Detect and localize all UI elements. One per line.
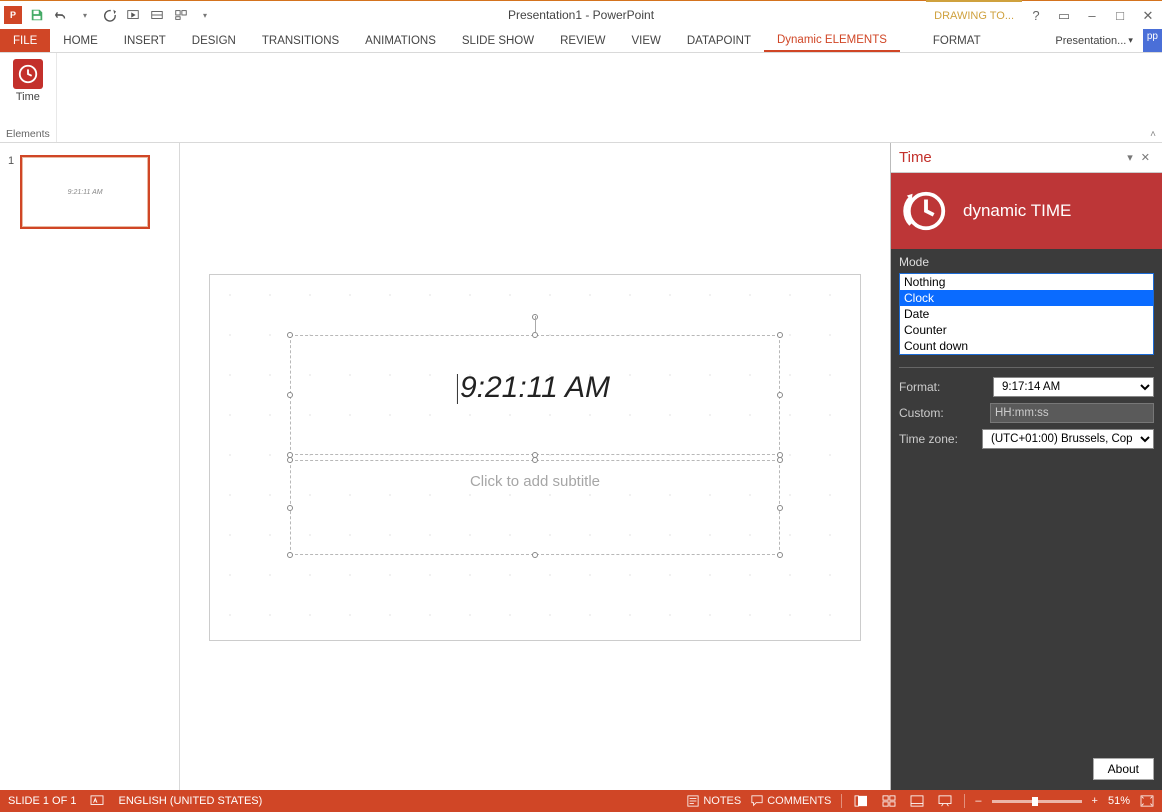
- task-pane-banner: dynamic TIME: [891, 173, 1162, 249]
- normal-view-button[interactable]: [852, 794, 870, 808]
- tab-datapoint[interactable]: DATAPOINT: [674, 29, 764, 52]
- notes-icon: [687, 795, 699, 807]
- slide-thumbnail-text: 9:21:11 AM: [68, 189, 103, 196]
- zoom-value[interactable]: 51%: [1108, 795, 1130, 807]
- window-title: Presentation1 - PowerPoint: [508, 8, 654, 22]
- time-task-pane: Time ▾ ✕ dynamic TIME Mode NothingClockD…: [890, 143, 1162, 790]
- account-badge[interactable]: pp: [1143, 29, 1162, 52]
- presentation-menu[interactable]: Presentation... ▾: [1049, 29, 1138, 52]
- mode-option-counter[interactable]: Counter: [900, 322, 1153, 338]
- slideshow-view-button[interactable]: [936, 794, 954, 808]
- task-pane-close-button[interactable]: ✕: [1137, 151, 1154, 164]
- dynamic-time-icon: [903, 188, 949, 234]
- tab-slide-show[interactable]: SLIDE SHOW: [449, 29, 547, 52]
- slide-thumbnail-panel: 1 9:21:11 AM: [0, 143, 180, 790]
- ribbon-group-label: Elements: [6, 128, 50, 140]
- comments-button[interactable]: COMMENTS: [751, 795, 831, 807]
- redo-icon[interactable]: [100, 6, 118, 24]
- ppt-app-icon: P: [4, 6, 22, 24]
- tab-format[interactable]: FORMAT: [920, 29, 994, 52]
- slide-sorter-view-button[interactable]: [880, 794, 898, 808]
- start-from-beginning-icon[interactable]: [124, 6, 142, 24]
- clock-icon: [13, 59, 43, 89]
- mode-label: Mode: [891, 249, 1162, 273]
- slide-thumbnail-number: 1: [8, 155, 14, 229]
- qat-icon-6[interactable]: [172, 6, 190, 24]
- task-pane-menu-button[interactable]: ▾: [1123, 151, 1137, 164]
- undo-dropdown[interactable]: ▾: [76, 6, 94, 24]
- tab-file[interactable]: FILE: [0, 29, 50, 52]
- ribbon-tabs: FILE HOMEINSERTDESIGNTRANSITIONSANIMATIO…: [0, 29, 1162, 53]
- fit-to-window-button[interactable]: [1140, 795, 1154, 807]
- tab-view[interactable]: VIEW: [618, 29, 673, 52]
- status-bar: SLIDE 1 OF 1 ENGLISH (UNITED STATES) NOT…: [0, 790, 1162, 812]
- mode-option-nothing[interactable]: Nothing: [900, 274, 1153, 290]
- minimize-button[interactable]: –: [1078, 1, 1106, 30]
- save-icon[interactable]: [28, 6, 46, 24]
- help-button[interactable]: ?: [1022, 1, 1050, 30]
- zoom-slider[interactable]: [992, 800, 1082, 803]
- custom-label: Custom:: [899, 406, 982, 420]
- ribbon-display-options[interactable]: ▭: [1050, 1, 1078, 30]
- zoom-in-button[interactable]: +: [1092, 795, 1098, 807]
- chevron-down-icon: ▾: [1128, 35, 1133, 46]
- slide-editor[interactable]: 9:21:11 AM Click to add subtitle: [180, 143, 890, 790]
- divider: [899, 367, 1154, 368]
- tab-dynamic-elements[interactable]: Dynamic ELEMENTS: [764, 29, 900, 52]
- qat-customize-dropdown[interactable]: ▾: [196, 6, 214, 24]
- qat-icon-5[interactable]: [148, 6, 166, 24]
- mode-listbox[interactable]: NothingClockDateCounterCount down: [899, 273, 1154, 355]
- collapse-ribbon-button[interactable]: ˄: [1150, 129, 1156, 140]
- mode-option-count-down[interactable]: Count down: [900, 338, 1153, 354]
- ribbon: Time Elements ˄: [0, 53, 1162, 143]
- notes-label: NOTES: [703, 795, 741, 807]
- title-bar: P ▾ ▾ Presentation1 - PowerPoint DRAWING…: [0, 0, 1162, 29]
- quick-access-toolbar: P ▾ ▾: [0, 6, 214, 24]
- timezone-select[interactable]: (UTC+01:00) Brussels, Cop: [982, 429, 1154, 449]
- task-pane-banner-text: dynamic TIME: [963, 201, 1071, 221]
- format-label: Format:: [899, 380, 985, 394]
- tab-home[interactable]: HOME: [50, 29, 111, 52]
- tab-insert[interactable]: INSERT: [111, 29, 179, 52]
- about-button[interactable]: About: [1093, 758, 1154, 780]
- language-status[interactable]: ENGLISH (UNITED STATES): [118, 795, 262, 807]
- zoom-out-button[interactable]: –: [975, 795, 981, 807]
- time-button[interactable]: Time: [9, 57, 47, 105]
- subtitle-placeholder[interactable]: Click to add subtitle: [470, 473, 600, 490]
- tab-animations[interactable]: ANIMATIONS: [352, 29, 449, 52]
- window-controls: DRAWING TO... ? ▭ – □ ✕: [926, 1, 1162, 30]
- timezone-label: Time zone:: [899, 432, 974, 446]
- notes-button[interactable]: NOTES: [687, 795, 741, 807]
- title-textbox[interactable]: 9:21:11 AM: [290, 335, 780, 455]
- task-pane-header: Time ▾ ✕: [891, 143, 1162, 173]
- slide-thumbnail-preview: 9:21:11 AM: [20, 155, 150, 229]
- reading-view-button[interactable]: [908, 794, 926, 808]
- spellcheck-icon[interactable]: [90, 795, 104, 807]
- comments-label: COMMENTS: [767, 795, 831, 807]
- mode-option-date[interactable]: Date: [900, 306, 1153, 322]
- slide-canvas[interactable]: 9:21:11 AM Click to add subtitle: [210, 275, 860, 640]
- time-button-label: Time: [16, 91, 40, 103]
- title-text[interactable]: 9:21:11 AM: [460, 371, 610, 405]
- ribbon-group-elements: Time Elements: [0, 53, 57, 142]
- format-select[interactable]: 9:17:14 AM: [993, 377, 1154, 397]
- tab-transitions[interactable]: TRANSITIONS: [249, 29, 352, 52]
- subtitle-textbox[interactable]: Click to add subtitle: [290, 460, 780, 555]
- tab-review[interactable]: REVIEW: [547, 29, 618, 52]
- presentation-menu-label: Presentation...: [1055, 35, 1126, 47]
- comments-icon: [751, 795, 763, 807]
- close-button[interactable]: ✕: [1134, 1, 1162, 30]
- tab-design[interactable]: DESIGN: [179, 29, 249, 52]
- slide-thumbnail[interactable]: 1 9:21:11 AM: [8, 155, 171, 229]
- main-area: 1 9:21:11 AM 9:21:11 AM: [0, 143, 1162, 790]
- undo-icon[interactable]: [52, 6, 70, 24]
- contextual-tab-group-label: DRAWING TO...: [926, 0, 1022, 30]
- mode-option-clock[interactable]: Clock: [900, 290, 1153, 306]
- task-pane-title: Time: [899, 149, 1123, 166]
- slide-counter[interactable]: SLIDE 1 OF 1: [8, 795, 76, 807]
- restore-button[interactable]: □: [1106, 1, 1134, 30]
- custom-input[interactable]: [990, 403, 1154, 423]
